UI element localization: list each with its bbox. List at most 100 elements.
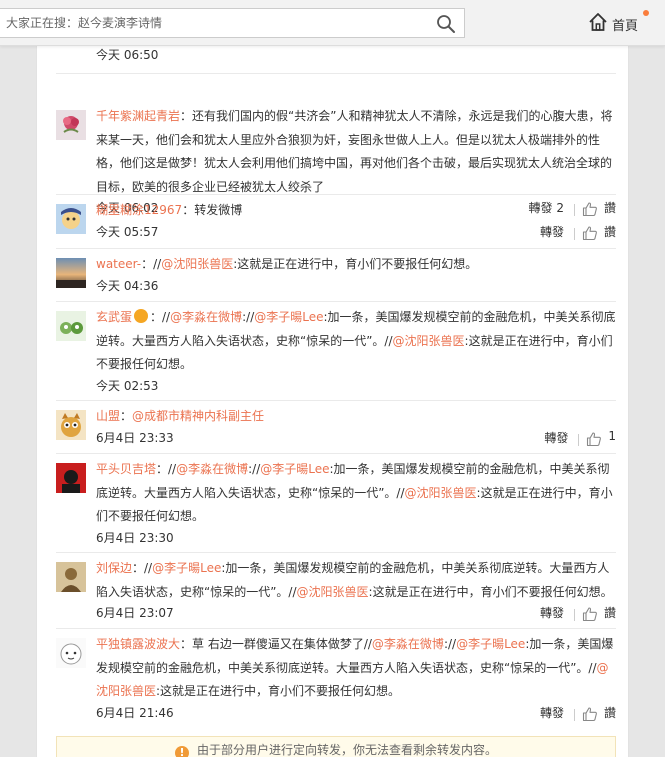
mention-link[interactable]: @沈阳张兽医 bbox=[393, 334, 465, 348]
mention-link[interactable]: @李淼在微博 bbox=[176, 462, 248, 476]
home-icon bbox=[589, 13, 607, 31]
list-item: wateer-：//@沈阳张兽医:这就是正在进行中，育小们不要报任何幻想。 今天… bbox=[56, 249, 616, 302]
username-link[interactable]: 山盟 bbox=[96, 409, 120, 423]
repost-list: 今天 06:50 千年紫渊起青岩：还有我们国内的假“共济会”人和精神犹太人不清除… bbox=[56, 46, 616, 727]
repost-text: wateer-：//@沈阳张兽医:这就是正在进行中，育小们不要报任何幻想。 bbox=[96, 253, 616, 277]
repost-text: 刘保边：//@李子暘Lee:加一条，美国爆发规模空前的金融危机，中美关系彻底逆转… bbox=[96, 557, 616, 604]
avatar[interactable] bbox=[56, 110, 86, 140]
avatar[interactable] bbox=[56, 562, 86, 592]
repost-button[interactable]: 轉發 bbox=[540, 604, 564, 621]
search-icon[interactable] bbox=[436, 14, 456, 34]
repost-text: 山盟：@成都市精神内科副主任 bbox=[96, 405, 616, 429]
repost-text: 玄武蛋 ：//@李淼在微博://@李子暘Lee:加一条，美国爆发规模空前的金融危机… bbox=[96, 306, 616, 377]
timestamp: 6月4日 23:33 bbox=[96, 430, 174, 445]
home-link[interactable]: 首頁 bbox=[588, 10, 649, 34]
restricted-notice: ! 由于部分用户进行定向转发，你无法查看剩余转发内容。 bbox=[56, 736, 616, 757]
message-text: ：// bbox=[132, 561, 153, 575]
like-button[interactable]: 讚 bbox=[582, 604, 616, 622]
timestamp: 今天 02:53 bbox=[96, 378, 159, 393]
list-item: 平头贝吉塔：//@李淼在微博://@李子暘Lee:加一条，美国爆发规模空前的金融… bbox=[56, 454, 616, 553]
repost-text: 千年紫渊起青岩：还有我们国内的假“共济会”人和精神犹太人不清除，永远是我们的心腹… bbox=[96, 105, 616, 199]
search-input[interactable] bbox=[6, 9, 426, 37]
list-item: 刘保边：//@李子暘Lee:加一条，美国爆发规模空前的金融危机，中美关系彻底逆转… bbox=[56, 553, 616, 629]
like-button[interactable]: 讚 bbox=[582, 223, 616, 241]
avatar[interactable] bbox=[56, 311, 86, 341]
message-text: :这就是正在进行中，育小们不要报任何幻想。 bbox=[233, 257, 478, 271]
mention-link[interactable]: @李子暘Lee bbox=[260, 462, 329, 476]
avatar[interactable] bbox=[56, 463, 86, 493]
repost-button[interactable]: 轉發 bbox=[540, 704, 564, 721]
list-item: 玄武蛋 ：//@李淼在微博://@李子暘Lee:加一条，美国爆发规模空前的金融危机… bbox=[56, 302, 616, 401]
timestamp: 今天 04:36 bbox=[96, 278, 159, 293]
divider bbox=[573, 708, 575, 721]
like-count: 1 bbox=[608, 428, 616, 443]
username-link[interactable]: wateer- bbox=[96, 257, 141, 271]
item-actions: 轉發 讚 bbox=[540, 604, 616, 626]
mention-link[interactable]: @李子暘Lee bbox=[152, 561, 221, 575]
timestamp: 6月4日 23:07 bbox=[96, 606, 174, 620]
username-link[interactable]: 平独镇露波波大 bbox=[96, 637, 180, 651]
divider bbox=[573, 609, 575, 621]
item-actions: 轉發 讚 bbox=[540, 223, 616, 245]
item-actions: 轉發 1 bbox=[544, 429, 616, 451]
thumbs-up-icon bbox=[582, 607, 597, 622]
notification-dot bbox=[643, 10, 649, 16]
mention-link[interactable]: @沈阳张兽医 bbox=[405, 486, 477, 500]
timestamp: 今天 05:57 bbox=[96, 224, 159, 239]
mention-link[interactable]: @成都市精神内科副主任 bbox=[132, 409, 264, 423]
like-label: 讚 bbox=[603, 606, 616, 620]
top-bar: 首頁 bbox=[0, 0, 665, 46]
avatar[interactable] bbox=[56, 258, 86, 288]
username-link[interactable]: 玄武蛋 bbox=[96, 310, 132, 324]
mention-link[interactable]: @沈阳张兽医 bbox=[297, 585, 369, 599]
repost-text: 糊里糊涂12967：转发微博 bbox=[96, 199, 616, 223]
username-link[interactable]: 平头贝吉塔 bbox=[96, 462, 156, 476]
username-link[interactable]: 千年紫渊起青岩 bbox=[96, 109, 180, 123]
repost-button[interactable]: 轉發 bbox=[540, 223, 564, 240]
thumbs-up-icon bbox=[582, 225, 597, 240]
mention-link[interactable]: @沈阳张兽医 bbox=[161, 257, 233, 271]
like-label: 讚 bbox=[603, 705, 616, 720]
list-item: 糊里糊涂12967：转发微博 今天 05:57 轉發 讚 bbox=[56, 195, 616, 249]
repost-text: 平头贝吉塔：//@李淼在微博://@李子暘Lee:加一条，美国爆发规模空前的金融… bbox=[96, 458, 616, 529]
thumbs-up-icon bbox=[582, 706, 597, 721]
mention-link[interactable]: @李子暘Lee bbox=[456, 637, 525, 651]
timestamp: 6月4日 21:46 bbox=[96, 705, 174, 720]
like-button[interactable]: 讚 bbox=[582, 704, 616, 722]
like-button[interactable]: 1 bbox=[586, 429, 616, 447]
message-text: :这就是正在进行中，育小们不要报任何幻想。 bbox=[368, 584, 613, 599]
list-item: 山盟：@成都市精神内科副主任 6月4日 23:33 轉發 1 bbox=[56, 401, 616, 454]
username-link[interactable]: 糊里糊涂12967 bbox=[96, 203, 182, 217]
message-text: ： bbox=[120, 409, 133, 423]
username-link[interactable]: 刘保边 bbox=[96, 561, 132, 575]
message-text: ：草 右边一群傻逼又在集体做梦了// bbox=[180, 637, 372, 651]
avatar[interactable] bbox=[56, 204, 86, 234]
notice-text: 由于部分用户进行定向转发，你无法查看剩余转发内容。 bbox=[196, 743, 497, 757]
like-label: 讚 bbox=[603, 224, 616, 239]
repost-text: 平独镇露波波大：草 右边一群傻逼又在集体做梦了//@李淼在微博://@李子暘Le… bbox=[96, 633, 616, 704]
message-text: ：// bbox=[156, 462, 177, 476]
mention-link[interactable]: @李淼在微博 bbox=[372, 637, 444, 651]
home-label: 首頁 bbox=[612, 19, 639, 34]
mention-link[interactable]: @李淼在微博 bbox=[170, 310, 242, 324]
message-text: ：// bbox=[150, 310, 171, 324]
list-item: 今天 06:50 bbox=[56, 46, 616, 74]
thumbs-up-icon bbox=[587, 431, 602, 446]
search-box bbox=[0, 8, 465, 38]
avatar[interactable] bbox=[56, 638, 86, 668]
repost-button[interactable]: 轉發 bbox=[544, 429, 568, 446]
warning-icon: ! bbox=[174, 746, 189, 757]
message-text: ：转发微博 bbox=[182, 203, 243, 217]
divider bbox=[573, 227, 575, 240]
timestamp: 今天 06:50 bbox=[96, 48, 159, 62]
list-item: 平独镇露波波大：草 右边一群傻逼又在集体做梦了//@李淼在微博://@李子暘Le… bbox=[56, 629, 616, 727]
mention-link[interactable]: @李子暘Lee bbox=[254, 310, 323, 324]
message-text: // bbox=[447, 637, 457, 651]
message-text: :这就是正在进行中，育小们不要报任何幻想。 bbox=[156, 684, 401, 698]
avatar[interactable] bbox=[56, 410, 86, 440]
list-item: 千年紫渊起青岩：还有我们国内的假“共济会”人和精神犹太人不清除，永远是我们的心腹… bbox=[56, 74, 616, 217]
message-text: ：// bbox=[141, 257, 162, 271]
vip-badge-icon bbox=[134, 309, 149, 323]
divider bbox=[578, 433, 580, 446]
item-actions: 轉發 讚 bbox=[540, 704, 616, 726]
